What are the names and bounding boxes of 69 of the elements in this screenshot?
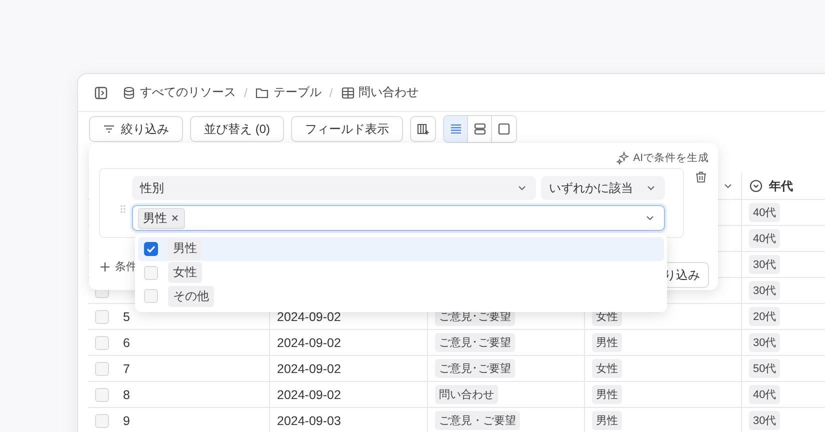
gender-tag: 女性 — [592, 359, 622, 378]
row-checkbox[interactable] — [95, 414, 109, 428]
age-tag: 40代 — [749, 385, 780, 404]
age-tag: 30代 — [749, 255, 780, 274]
option-tag: 男性 — [168, 238, 202, 260]
option-checkbox[interactable] — [144, 242, 158, 256]
age-tag: 40代 — [749, 203, 780, 222]
breadcrumb-link[interactable]: テーブル — [273, 84, 322, 101]
view-toggle-button[interactable] — [444, 116, 468, 142]
breadcrumb-separator: / — [329, 86, 333, 100]
date-cell: 2024-09-02 — [277, 310, 341, 324]
folder-icon — [255, 86, 270, 100]
row-checkbox[interactable] — [95, 388, 109, 402]
row-checkbox[interactable] — [95, 362, 109, 376]
row-number: 7 — [123, 362, 130, 376]
age-tag: 50代 — [749, 359, 780, 378]
breadcrumb-separator: / — [244, 86, 248, 100]
filter-icon — [103, 123, 115, 135]
age-tag: 20代 — [749, 307, 780, 326]
gender-tag: 男性 — [592, 333, 622, 352]
date-cell: 2024-09-02 — [277, 388, 341, 402]
age-tag: 30代 — [749, 281, 780, 300]
sort-button[interactable]: 並び替え (0) — [190, 116, 284, 142]
row-number: 6 — [123, 336, 130, 350]
square-icon — [497, 122, 511, 136]
plus-icon[interactable] — [99, 260, 111, 272]
database-icon — [122, 86, 136, 100]
add-column-button[interactable] — [410, 116, 436, 142]
breadcrumb-link[interactable]: すべてのリソース — [140, 84, 236, 101]
breadcrumb-link[interactable]: 問い合わせ — [358, 84, 419, 101]
sparkle-icon[interactable] — [616, 151, 630, 165]
option-item[interactable]: 男性 — [138, 237, 664, 261]
add-condition-link[interactable]: 条件 — [115, 259, 137, 274]
rows-icon — [472, 122, 486, 136]
chip-label: 男性 — [143, 210, 167, 226]
gender-tag: 男性 — [592, 411, 622, 430]
date-cell: 2024-09-02 — [277, 336, 341, 350]
table-icon — [340, 86, 355, 100]
row-number: 8 — [123, 388, 130, 402]
trash-icon[interactable] — [694, 170, 708, 184]
date-cell: 2024-09-03 — [277, 414, 341, 428]
age-tag: 40代 — [749, 229, 780, 248]
category-tag: ご意見･ご要望 — [435, 333, 515, 352]
ai-generate-link[interactable]: AIで条件を生成 — [633, 151, 709, 165]
option-tag: その他 — [168, 286, 214, 307]
remove-chip-icon[interactable] — [170, 213, 180, 223]
category-tag: ご意見･ご要望 — [435, 359, 515, 378]
option-tag: 女性 — [168, 262, 202, 283]
chevron-circle-icon — [749, 179, 763, 193]
list-icon — [448, 122, 462, 136]
age-tag: 30代 — [749, 411, 780, 430]
filter-button[interactable]: 絞り込み — [89, 116, 183, 142]
value-multiselect[interactable]: 男性 — [132, 205, 665, 231]
drag-handle-icon[interactable] — [120, 204, 126, 214]
date-cell: 2024-09-02 — [277, 362, 341, 376]
field-select[interactable]: 性別 — [132, 176, 536, 200]
age-tag: 30代 — [749, 333, 780, 352]
row-number: 5 — [123, 310, 130, 324]
sidebar-toggle-icon[interactable] — [94, 86, 108, 100]
row-checkbox[interactable] — [95, 336, 109, 350]
add-column-icon — [416, 122, 430, 136]
row-number: 9 — [123, 414, 130, 428]
field-display-button[interactable]: フィールド表示 — [291, 116, 403, 142]
row-checkbox[interactable] — [95, 310, 109, 324]
gender-tag: 男性 — [592, 385, 622, 404]
category-tag: 問い合わせ — [435, 385, 498, 404]
category-tag: ご意見・ご要望 — [435, 411, 520, 430]
operator-select[interactable]: いずれかに該当 — [541, 176, 665, 200]
column-header: 年代 — [769, 178, 793, 194]
